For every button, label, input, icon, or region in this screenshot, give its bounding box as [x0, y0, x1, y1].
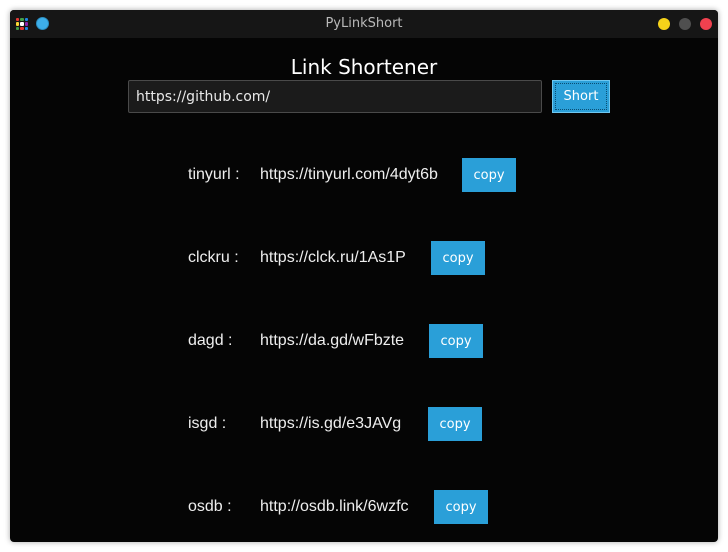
copy-button-isgd[interactable]: copy — [428, 407, 482, 441]
service-label: isgd : — [188, 415, 227, 432]
service-label: tinyurl : — [188, 166, 240, 183]
result-row-osdb: osdb : http://osdb.link/6wzfc copy — [10, 490, 718, 524]
short-url: https://da.gd/wFbzte — [260, 332, 405, 349]
result-row-tinyurl: tinyurl : https://tinyurl.com/4dyt6b cop… — [10, 158, 718, 192]
copy-button-dagd[interactable]: copy — [429, 324, 483, 358]
result-row-clckru: clckru : https://clck.ru/1As1P copy — [10, 241, 718, 275]
copy-button-clckru[interactable]: copy — [431, 241, 485, 275]
short-url: http://osdb.link/6wzfc — [260, 498, 409, 515]
minimize-icon[interactable] — [658, 18, 670, 30]
service-label: dagd : — [188, 332, 233, 349]
copy-button-osdb[interactable]: copy — [434, 490, 488, 524]
service-label: clckru : — [188, 249, 239, 266]
short-button[interactable]: Short — [552, 80, 610, 113]
short-url: https://tinyurl.com/4dyt6b — [260, 166, 438, 183]
short-url: https://is.gd/e3JAVg — [260, 415, 402, 432]
copy-button-tinyurl[interactable]: copy — [462, 158, 516, 192]
title-bar[interactable]: PyLinkShort — [10, 10, 718, 38]
page-title: Link Shortener — [290, 55, 438, 79]
maximize-icon[interactable] — [679, 18, 691, 30]
window-title: PyLinkShort — [325, 16, 403, 31]
result-row-isgd: isgd : https://is.gd/e3JAVg copy — [10, 407, 718, 441]
short-url: https://clck.ru/1As1P — [260, 249, 406, 266]
url-input[interactable] — [128, 80, 542, 113]
result-row-dagd: dagd : https://da.gd/wFbzte copy — [10, 324, 718, 358]
service-label: osdb : — [188, 498, 232, 515]
close-icon[interactable] — [700, 18, 712, 30]
app-window: PyLinkShort Link Shortener Short tinyurl… — [10, 10, 718, 542]
